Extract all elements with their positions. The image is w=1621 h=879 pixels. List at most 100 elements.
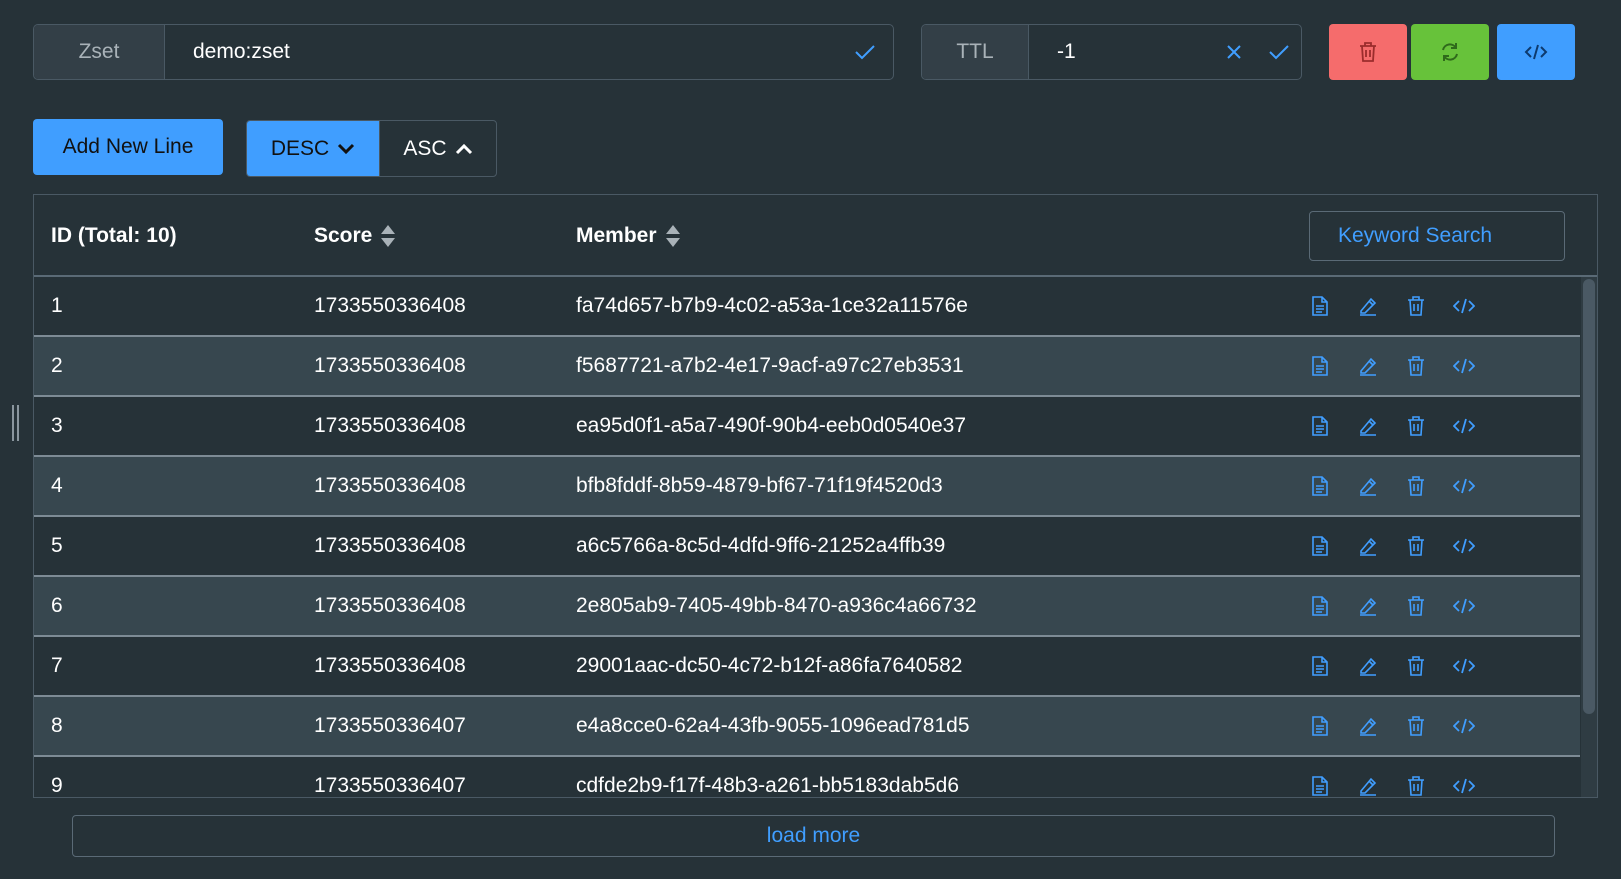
edit-row-button[interactable]	[1357, 595, 1379, 617]
refresh-button[interactable]	[1411, 24, 1489, 80]
row-actions	[1309, 757, 1475, 797]
view-row-button[interactable]	[1309, 415, 1331, 437]
trash-icon	[1408, 296, 1424, 316]
dump-row-button[interactable]	[1453, 475, 1475, 497]
scrollbar-thumb[interactable]	[1583, 279, 1595, 714]
delete-row-button[interactable]	[1405, 655, 1427, 677]
dump-row-button[interactable]	[1453, 655, 1475, 677]
row-actions	[1309, 577, 1475, 635]
view-row-button[interactable]	[1309, 355, 1331, 377]
document-icon	[1312, 416, 1328, 436]
code-icon	[1453, 478, 1475, 494]
refresh-icon	[1442, 43, 1458, 61]
view-row-button[interactable]	[1309, 775, 1331, 797]
key-name-input[interactable]	[165, 25, 837, 79]
delete-row-button[interactable]	[1405, 295, 1427, 317]
sort-caret-icon[interactable]	[380, 223, 396, 249]
view-row-button[interactable]	[1309, 475, 1331, 497]
sort-caret-icon[interactable]	[665, 223, 681, 249]
sort-order-group: DESC ASC	[246, 120, 497, 177]
sort-asc-button[interactable]: ASC	[379, 121, 496, 176]
edit-row-button[interactable]	[1357, 295, 1379, 317]
dump-row-button[interactable]	[1453, 295, 1475, 317]
edit-row-button[interactable]	[1357, 415, 1379, 437]
edit-row-button[interactable]	[1357, 655, 1379, 677]
document-icon	[1312, 356, 1328, 376]
document-icon	[1312, 596, 1328, 616]
row-actions	[1309, 397, 1475, 455]
dump-row-button[interactable]	[1453, 595, 1475, 617]
table-scrollbar[interactable]	[1581, 277, 1597, 797]
code-icon	[1453, 778, 1475, 794]
delete-row-button[interactable]	[1405, 715, 1427, 737]
cell-score: 1733550336408	[314, 474, 466, 497]
edit-row-button[interactable]	[1357, 355, 1379, 377]
row-actions	[1309, 637, 1475, 695]
dump-row-button[interactable]	[1453, 415, 1475, 437]
edit-icon	[1360, 537, 1377, 556]
cell-member: bfb8fddf-8b59-4879-bf67-71f19f4520d3	[576, 474, 943, 497]
keyword-search-input[interactable]	[1309, 211, 1565, 261]
table-row: 9 1733550336407 cdfde2b9-f17f-48b3-a261-bb…	[34, 757, 1580, 797]
panel-resize-handle[interactable]	[12, 405, 20, 441]
trash-icon	[1408, 356, 1424, 376]
dump-row-button[interactable]	[1453, 535, 1475, 557]
view-row-button[interactable]	[1309, 595, 1331, 617]
sort-desc-button[interactable]: DESC	[247, 121, 379, 176]
dump-row-button[interactable]	[1453, 715, 1475, 737]
cell-member: fa74d657-b7b9-4c02-a53a-1ce32a11576e	[576, 294, 968, 317]
confirm-ttl-button[interactable]	[1256, 25, 1301, 79]
code-icon	[1453, 418, 1475, 434]
column-header-id-label: ID (Total: 10)	[51, 224, 177, 247]
table-row: 5 1733550336408 a6c5766a-8c5d-4dfd-9ff6-21…	[34, 517, 1580, 577]
cell-score: 1733550336408	[314, 354, 466, 377]
cell-id: 4	[51, 474, 63, 497]
confirm-key-button[interactable]	[837, 25, 893, 79]
delete-row-button[interactable]	[1405, 595, 1427, 617]
row-actions	[1309, 457, 1475, 515]
view-row-button[interactable]	[1309, 295, 1331, 317]
document-icon	[1312, 476, 1328, 496]
view-row-button[interactable]	[1309, 655, 1331, 677]
cell-id: 5	[51, 534, 63, 557]
edit-icon	[1360, 417, 1377, 436]
view-row-button[interactable]	[1309, 715, 1331, 737]
dump-row-button[interactable]	[1453, 355, 1475, 377]
clear-ttl-button[interactable]	[1211, 25, 1256, 79]
table-row: 6 1733550336408 2e805ab9-7405-49bb-8470-a9…	[34, 577, 1580, 637]
edit-icon	[1360, 777, 1377, 796]
trash-icon	[1408, 536, 1424, 556]
delete-row-button[interactable]	[1405, 415, 1427, 437]
table-row: 3 1733550336408 ea95d0f1-a5a7-490f-90b4-ee…	[34, 397, 1580, 457]
edit-icon	[1360, 657, 1377, 676]
check-icon	[855, 45, 875, 60]
delete-row-button[interactable]	[1405, 355, 1427, 377]
edit-row-button[interactable]	[1357, 475, 1379, 497]
dump-row-button[interactable]	[1453, 775, 1475, 797]
delete-row-button[interactable]	[1405, 535, 1427, 557]
cell-score: 1733550336408	[314, 534, 466, 557]
edit-row-button[interactable]	[1357, 535, 1379, 557]
delete-row-button[interactable]	[1405, 475, 1427, 497]
column-header-score[interactable]: Score	[314, 195, 396, 277]
code-icon	[1453, 358, 1475, 374]
delete-row-button[interactable]	[1405, 775, 1427, 797]
ttl-input[interactable]	[1029, 25, 1211, 79]
key-type-label: Zset	[34, 25, 165, 79]
column-header-member[interactable]: Member	[576, 195, 681, 277]
view-row-button[interactable]	[1309, 535, 1331, 557]
edit-row-button[interactable]	[1357, 715, 1379, 737]
cell-score: 1733550336408	[314, 594, 466, 617]
cell-id: 3	[51, 414, 63, 437]
trash-icon	[1408, 476, 1424, 496]
cell-score: 1733550336407	[314, 774, 466, 797]
delete-key-button[interactable]	[1329, 24, 1407, 80]
column-header-member-label: Member	[576, 224, 657, 247]
view-code-button[interactable]	[1497, 24, 1575, 80]
cell-member: ea95d0f1-a5a7-490f-90b4-eeb0d0540e37	[576, 414, 967, 437]
load-more-button[interactable]: load more	[72, 815, 1555, 857]
edit-row-button[interactable]	[1357, 775, 1379, 797]
cell-score: 1733550336407	[314, 714, 466, 737]
cell-id: 1	[51, 294, 63, 317]
add-new-line-button[interactable]: Add New Line	[33, 119, 223, 175]
